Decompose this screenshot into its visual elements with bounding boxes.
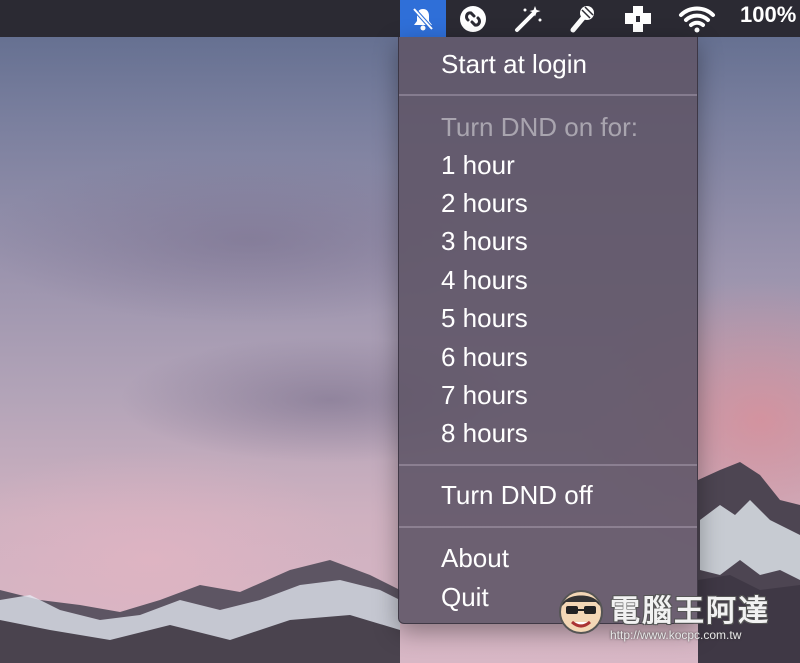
battery-percentage[interactable]: 100% bbox=[740, 0, 796, 37]
dnd-4-hours-item[interactable]: 4 hours bbox=[441, 265, 528, 295]
dnd-status-item[interactable] bbox=[400, 0, 446, 37]
shazam-icon bbox=[460, 5, 486, 32]
wifi-icon bbox=[679, 6, 715, 32]
dnd-dropdown-menu: Start at login Turn DND on for: 1 hour 2… bbox=[398, 37, 698, 624]
dnd-duration-heading: Turn DND on for: bbox=[441, 112, 638, 142]
turn-dnd-off-item[interactable]: Turn DND off bbox=[441, 480, 593, 510]
medical-status-item[interactable] bbox=[618, 0, 658, 37]
menu-bar: 100% bbox=[0, 0, 800, 37]
dnd-1-hour-item[interactable]: 1 hour bbox=[441, 150, 515, 180]
watermark-title: 電腦王阿達 bbox=[610, 595, 770, 628]
magic-wand-icon bbox=[515, 5, 542, 32]
dnd-bell-slash-icon bbox=[412, 7, 434, 30]
magic-wand-status-item[interactable] bbox=[507, 0, 547, 37]
site-watermark: 電腦王阿達 http://www.kocpc.com.tw bbox=[556, 578, 796, 658]
microphone-icon bbox=[570, 5, 594, 32]
dnd-5-hours-item[interactable]: 5 hours bbox=[441, 303, 528, 333]
dnd-8-hours-item[interactable]: 8 hours bbox=[441, 418, 528, 448]
menu-separator bbox=[399, 526, 697, 528]
watermark-url: http://www.kocpc.com.tw bbox=[610, 628, 742, 642]
medical-cross-icon bbox=[625, 5, 651, 32]
dnd-3-hours-item[interactable]: 3 hours bbox=[441, 226, 528, 256]
shazam-status-item[interactable] bbox=[455, 0, 491, 37]
dnd-2-hours-item[interactable]: 2 hours bbox=[441, 188, 528, 218]
quit-item[interactable]: Quit bbox=[441, 582, 489, 612]
menu-separator bbox=[399, 464, 697, 466]
about-item[interactable]: About bbox=[441, 543, 509, 573]
mascot-face-icon bbox=[559, 590, 603, 634]
dnd-7-hours-item[interactable]: 7 hours bbox=[441, 380, 528, 410]
dnd-6-hours-item[interactable]: 6 hours bbox=[441, 342, 528, 372]
desktop-wallpaper: 100% Start at login Turn DND on for: 1 h… bbox=[0, 0, 800, 663]
menu-separator bbox=[399, 94, 697, 96]
wifi-status-item[interactable] bbox=[674, 0, 720, 37]
microphone-status-item[interactable] bbox=[562, 0, 602, 37]
start-at-login-item[interactable]: Start at login bbox=[441, 49, 587, 79]
